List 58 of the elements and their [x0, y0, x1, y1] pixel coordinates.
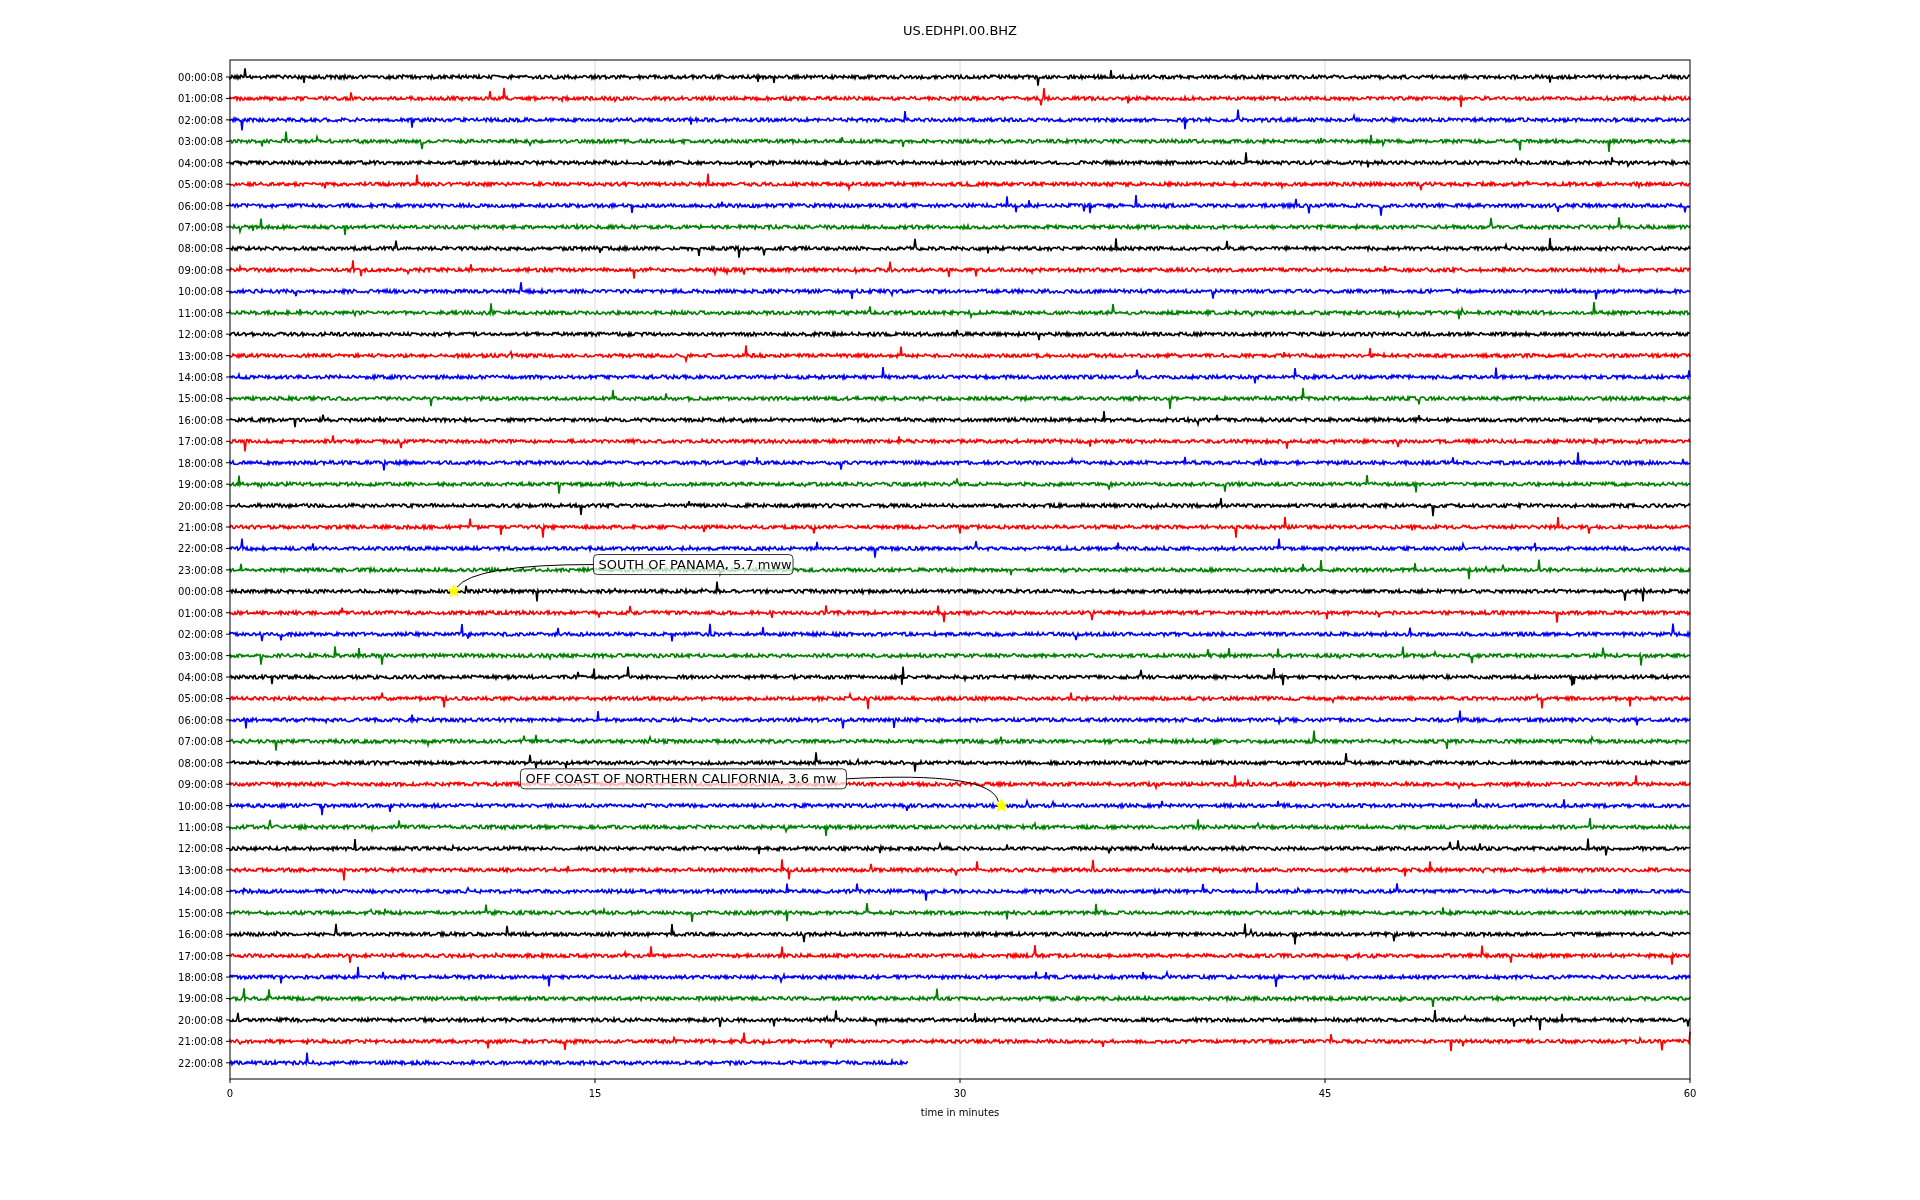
minute-tick-label: 45 — [1318, 1088, 1332, 1099]
time-tick-label: 06:00:08 — [178, 714, 223, 726]
time-tick-label: 15:00:08 — [178, 393, 223, 405]
time-tick-label: 01:00:08 — [178, 607, 223, 619]
time-tick-label: 11:00:08 — [178, 307, 223, 319]
time-tick-label: 23:00:08 — [178, 564, 223, 576]
star-icon — [993, 797, 1009, 813]
time-tick-label: 19:00:08 — [178, 479, 223, 491]
time-tick-label: 09:00:08 — [178, 264, 223, 276]
time-tick-label: 14:00:08 — [178, 886, 223, 898]
time-tick-label: 20:00:08 — [178, 1014, 223, 1026]
time-tick-label: 14:00:08 — [178, 372, 223, 383]
minute-tick-label: 15 — [588, 1088, 602, 1099]
time-tick-label: 18:00:08 — [178, 457, 223, 469]
time-tick-label: 04:00:08 — [178, 672, 223, 684]
time-tick-label: 15:00:08 — [178, 907, 223, 919]
time-tick-label: 22:00:08 — [178, 543, 223, 555]
time-tick-label: 16:00:08 — [178, 414, 223, 426]
time-tick-label: 02:00:08 — [178, 629, 223, 641]
time-tick-label: 18:00:08 — [178, 972, 223, 984]
time-tick-label: 05:00:08 — [178, 179, 223, 191]
time-tick-label: 03:00:08 — [178, 136, 223, 148]
time-tick-label: 21:00:08 — [178, 522, 223, 534]
time-tick-label: 07:00:08 — [178, 736, 223, 748]
time-tick-label: 19:00:08 — [178, 993, 223, 1005]
time-tick-label: 01:00:08 — [178, 93, 223, 105]
time-tick-label: 02:00:08 — [178, 114, 223, 126]
time-tick-label: 09:00:08 — [178, 779, 223, 791]
time-tick-label: 17:00:08 — [178, 436, 223, 448]
time-tick-label: 08:00:08 — [178, 757, 223, 769]
time-tick-label: 21:00:08 — [178, 1036, 223, 1048]
time-tick-label: 00:00:08 — [178, 72, 223, 83]
time-tick-label: 12:00:08 — [178, 843, 223, 855]
time-tick-label: 20:00:08 — [178, 500, 223, 512]
event-label: OFF COAST OF NORTHERN CALIFORNIA, 3.6 mw — [520, 768, 847, 790]
event-label: SOUTH OF PANAMA, 5.7 mww — [593, 554, 794, 575]
time-tick-label: 22:00:08 — [178, 1057, 223, 1069]
time-tick-label: 13:00:08 — [178, 864, 223, 876]
time-tick-label: 11:00:08 — [178, 822, 223, 834]
x-axis-label: time in minutes — [920, 1107, 1000, 1118]
minute-tick-label: 30 — [953, 1088, 967, 1099]
time-tick-label: 10:00:08 — [178, 800, 223, 812]
time-tick-label: 12:00:08 — [178, 329, 223, 341]
time-tick-label: 08:00:08 — [178, 243, 223, 255]
star-icon — [446, 583, 462, 598]
minute-tick-label: 60 — [1683, 1088, 1697, 1099]
time-tick-label: 00:00:08 — [178, 586, 223, 598]
time-tick-label: 06:00:08 — [178, 200, 223, 212]
chart-title: US.EDHPI.00.BHZ — [903, 23, 1017, 38]
time-tick-label: 04:00:08 — [178, 157, 223, 169]
time-tick-label: 10:00:08 — [178, 286, 223, 298]
time-tick-label: 07:00:08 — [178, 222, 223, 233]
minute-tick-label: 0 — [226, 1088, 234, 1099]
time-tick-label: 13:00:08 — [178, 350, 223, 362]
time-tick-label: 17:00:08 — [178, 950, 223, 962]
time-tick-label: 16:00:08 — [178, 929, 223, 941]
time-tick-label: 03:00:08 — [178, 650, 223, 662]
time-tick-label: 05:00:08 — [178, 693, 223, 705]
